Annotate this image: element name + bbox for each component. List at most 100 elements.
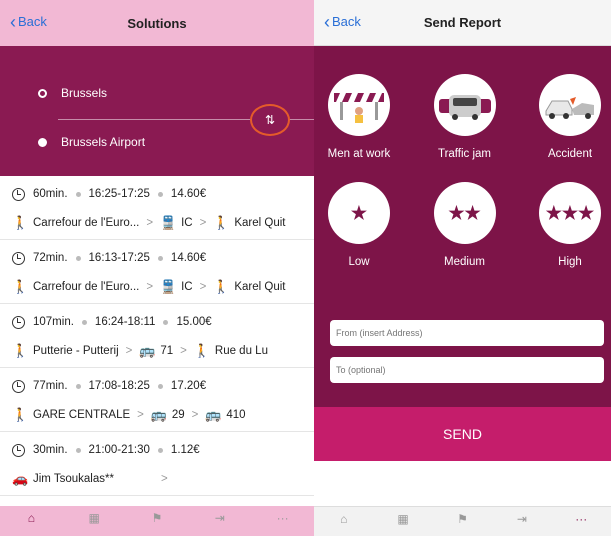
trip-duration: 30min. xyxy=(33,444,68,456)
step-separator-icon: > xyxy=(180,345,187,357)
walk-icon: 🚶 xyxy=(12,215,29,230)
walk-icon: 🚶 xyxy=(12,343,29,358)
bullet-icon xyxy=(75,191,81,197)
home-icon: ⌂ xyxy=(27,511,36,525)
step-separator-icon: > xyxy=(191,409,199,421)
severity-option[interactable]: ★★★ High xyxy=(535,182,605,268)
tab-more[interactable]: ··· xyxy=(561,507,601,536)
step-label: Karel Quit xyxy=(234,217,286,229)
trip-price: 14.60€ xyxy=(170,252,207,264)
severity-label: Low xyxy=(348,256,370,268)
bullet-icon xyxy=(157,191,163,197)
report-icon: ⚑ xyxy=(151,511,163,525)
step-label: Karel Quit xyxy=(234,281,286,293)
chevron-left-icon: ‹ xyxy=(10,11,16,32)
trip-results-list: 60min. 16:25-17:25 14.60€ 🚶 Carrefour de l'E… xyxy=(0,176,314,496)
step-separator-icon: > xyxy=(199,217,207,229)
incident-label: Men at work xyxy=(327,148,391,160)
star-icon: ★★★ xyxy=(539,182,601,244)
step-label: Carrefour de l'Euro... xyxy=(33,217,140,229)
severity-label: Medium xyxy=(444,256,485,268)
bullet-icon xyxy=(157,255,163,261)
incident-type-options: Men at work Traffic jam Accident xyxy=(314,74,611,160)
tab-login[interactable]: ⇥ xyxy=(200,506,240,536)
back-label: Back xyxy=(332,14,361,29)
trip-steps: 🚶 GARE CENTRALE > 🚌 29 > 🚌 410 xyxy=(12,404,314,426)
incident-option[interactable]: Traffic jam xyxy=(430,74,500,160)
tab-report[interactable]: ⚑ xyxy=(137,506,177,536)
incident-option[interactable]: Accident xyxy=(535,74,605,160)
trip-steps: 🚗 Jim Tsoukalas** > xyxy=(12,468,314,490)
more-icon: ··· xyxy=(276,511,289,525)
trip-time: 16:24-18:11 xyxy=(94,316,156,328)
clock-icon xyxy=(12,187,25,201)
car-crash-icon xyxy=(539,74,601,136)
left-tab-bar: ⌂ ▦ ⚑ ⇥ ··· xyxy=(0,506,314,536)
send-button[interactable]: SEND xyxy=(314,407,611,461)
trip-row[interactable]: 107min. 16:24-18:11 15.00€ 🚶 Putterie - Putt… xyxy=(0,304,314,368)
trip-time: 21:00-21:30 xyxy=(88,444,150,456)
to-address-input[interactable] xyxy=(330,357,604,383)
trip-price: 15.00€ xyxy=(176,316,212,328)
trip-price: 1.12€ xyxy=(170,444,200,456)
chevron-left-icon: ‹ xyxy=(324,11,330,32)
destination-stop[interactable]: Brussels Airport xyxy=(38,135,145,149)
right-back-button[interactable]: ‹ Back xyxy=(324,11,361,32)
right-nav-bar: ‹ Back Send Report xyxy=(314,0,611,46)
trip-time: 16:25-17:25 xyxy=(88,188,150,200)
incident-label: Accident xyxy=(547,148,593,160)
walk-icon: 🚶 xyxy=(213,215,230,230)
trip-row[interactable]: 30min. 21:00-21:30 1.12€ 🚗 Jim Tsoukalas** > xyxy=(0,432,314,496)
home-icon: ⌂ xyxy=(340,511,348,526)
clock-icon xyxy=(12,315,25,329)
tab-trips[interactable]: ▦ xyxy=(383,507,423,536)
origin-label: Brussels xyxy=(61,86,108,100)
incident-option[interactable]: Men at work xyxy=(324,74,394,160)
trip-duration: 107min. xyxy=(33,316,74,328)
tab-more[interactable]: ··· xyxy=(263,506,303,536)
clock-icon xyxy=(12,379,25,393)
walk-icon: 🚶 xyxy=(12,407,29,422)
login-icon: ⇥ xyxy=(516,511,527,526)
trip-summary: 72min. 16:13-17:25 14.60€ xyxy=(12,249,314,267)
step-label: IC xyxy=(181,281,193,293)
trip-row[interactable]: 77min. 17:08-18:25 17.20€ 🚶 GARE CENTRALE > 🚌 2… xyxy=(0,368,314,432)
severity-option[interactable]: ★ Low xyxy=(324,182,394,268)
left-back-button[interactable]: ‹ Back xyxy=(10,11,47,32)
severity-option[interactable]: ★★ Medium xyxy=(430,182,500,268)
from-address-input[interactable] xyxy=(330,320,604,346)
trip-summary: 107min. 16:24-18:11 15.00€ xyxy=(12,313,314,331)
walk-icon: 🚶 xyxy=(193,343,211,358)
tab-report[interactable]: ⚑ xyxy=(442,507,482,536)
trip-summary: 30min. 21:00-21:30 1.12€ xyxy=(12,441,314,459)
step-separator-icon: > xyxy=(137,409,144,421)
trip-summary: 77min. 17:08-18:25 17.20€ xyxy=(12,377,314,395)
origin-stop[interactable]: Brussels xyxy=(38,86,107,100)
walk-icon: 🚶 xyxy=(12,279,29,294)
step-label: Carrefour de l'Euro... xyxy=(33,281,140,293)
tab-home[interactable]: ⌂ xyxy=(324,507,364,536)
train-icon: 🚆 xyxy=(160,215,177,230)
tab-trips[interactable]: ▦ xyxy=(74,506,114,536)
bullet-icon xyxy=(157,383,163,389)
bullet-icon xyxy=(163,319,169,325)
trip-row[interactable]: 72min. 16:13-17:25 14.60€ 🚶 Carrefour de l'E… xyxy=(0,240,314,304)
trip-steps: 🚶 Putterie - Putterij > 🚌 71 > 🚶 Rue du Lu xyxy=(12,340,314,362)
step-label: 410 xyxy=(226,409,246,421)
swap-direction-button[interactable]: ⇅ xyxy=(250,104,290,136)
step-separator-icon: > xyxy=(146,281,154,293)
send-label: SEND xyxy=(443,426,482,442)
login-icon: ⇥ xyxy=(214,511,225,525)
bullet-icon xyxy=(75,255,81,261)
trip-duration: 60min. xyxy=(33,188,68,200)
tab-home[interactable]: ⌂ xyxy=(11,506,51,536)
bullet-icon xyxy=(75,447,81,453)
step-separator-icon: > xyxy=(146,217,154,229)
clock-icon xyxy=(12,251,25,265)
severity-options: ★ Low ★★ Medium ★★★ High xyxy=(314,182,611,268)
page-title: Send Report xyxy=(423,15,502,30)
traffic-jam-icon xyxy=(433,74,496,136)
trip-row[interactable]: 60min. 16:25-17:25 14.60€ 🚶 Carrefour de l'E… xyxy=(0,176,314,240)
tab-login[interactable]: ⇥ xyxy=(502,507,542,536)
star-icon: ★ xyxy=(328,182,390,244)
